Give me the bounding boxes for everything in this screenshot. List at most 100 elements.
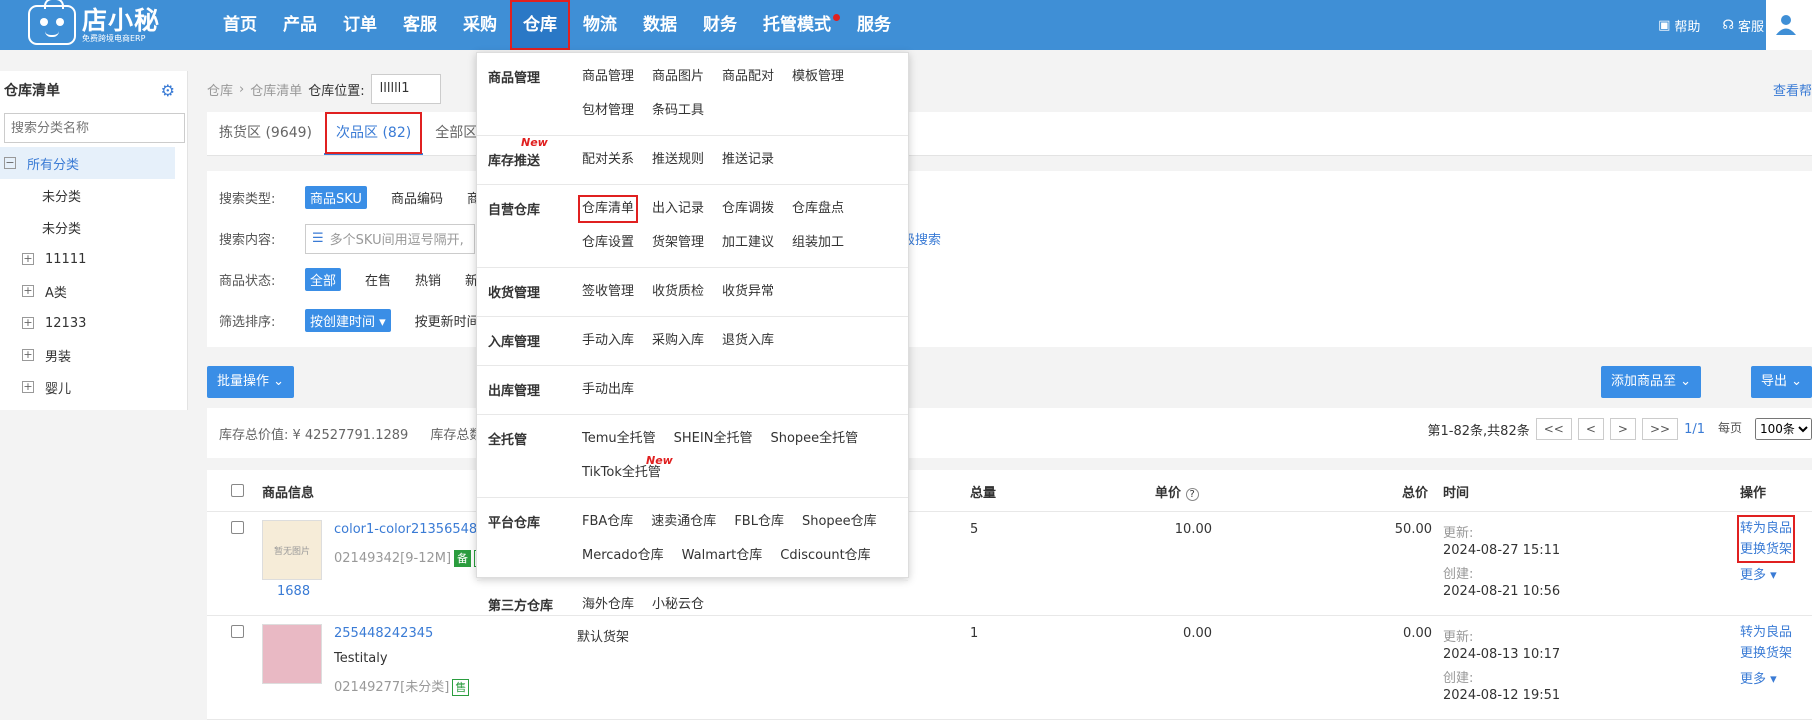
menu-item[interactable]: 手动入库 [582, 331, 634, 365]
menu-item[interactable]: 商品图片 [652, 67, 704, 101]
category-search-input[interactable] [11, 120, 181, 136]
breadcrumb-item[interactable]: 仓库 [207, 80, 233, 99]
more-link[interactable]: 更多 ▾ [1740, 668, 1777, 687]
sort-created-time[interactable]: 按创建时间 ▾ [305, 309, 391, 332]
status-all[interactable]: 全部 [305, 268, 342, 291]
expand-icon[interactable]: + [22, 253, 34, 265]
breadcrumb-item[interactable]: 仓库清单 [250, 80, 302, 99]
collapse-icon[interactable]: − [4, 157, 16, 169]
product-name-link[interactable]: color1-color21356548567 [334, 522, 484, 537]
tab-pick-zone[interactable]: 拣货区 (9649) [207, 111, 324, 155]
expand-icon[interactable]: + [22, 317, 34, 329]
menu-item[interactable]: 加工建议 [722, 233, 774, 267]
tree-item-uncategorized[interactable]: 未分类 [0, 179, 187, 211]
nav-item[interactable]: 数据 [630, 0, 690, 50]
first-page-button[interactable]: << [1535, 418, 1572, 440]
nav-item[interactable]: 订单 [330, 0, 390, 50]
menu-item[interactable]: 模板管理 [792, 67, 844, 101]
tree-item-uncategorized[interactable]: 未分类 [0, 211, 187, 243]
prev-page-button[interactable]: < [1577, 418, 1604, 440]
tree-item-group[interactable]: +12133 [0, 307, 187, 339]
product-name-link[interactable]: 255448242345 [334, 626, 433, 641]
change-shelf-link[interactable]: 更换货架 [1740, 539, 1792, 560]
menu-item[interactable]: 推送记录 [722, 150, 774, 184]
expand-icon[interactable]: + [22, 285, 34, 297]
change-shelf-link[interactable]: 更换货架 [1740, 643, 1792, 664]
menu-item[interactable]: 货架管理 [652, 233, 704, 267]
nav-item[interactable]: 财务 [690, 0, 750, 50]
last-page-button[interactable]: >> [1641, 418, 1679, 440]
nav-item[interactable]: 服务 [844, 0, 904, 50]
search-type-code[interactable]: 商品编码 [391, 188, 443, 207]
nav-item[interactable]: 产品 [270, 0, 330, 50]
nav-item[interactable]: 客服 [390, 0, 450, 50]
nav-item[interactable]: 仓库 [510, 0, 570, 50]
menu-item[interactable]: Shopee全托管 [770, 429, 858, 463]
service-link[interactable]: ☊ 客服 [1722, 16, 1764, 35]
menu-item[interactable]: 仓库调拨 [722, 199, 774, 233]
app-logo[interactable]: 店小秘 免费跨境电商ERP [28, 0, 160, 46]
convert-to-good-link[interactable]: 转为良品 [1740, 518, 1792, 539]
export-button[interactable]: 导出 ⌄ [1750, 366, 1812, 398]
menu-item[interactable]: 收货质检 [652, 282, 704, 316]
product-thumbnail[interactable]: 暂无图片 [262, 520, 322, 580]
nav-item[interactable]: 托管模式 [750, 0, 844, 50]
warehouse-select[interactable]: llllll1 [370, 74, 441, 104]
menu-item[interactable]: FBL仓库 [734, 512, 784, 546]
menu-item[interactable]: Temu全托管 [582, 429, 656, 463]
menu-item[interactable]: 商品管理 [582, 67, 634, 101]
menu-item[interactable]: 小秘云仓 [652, 595, 704, 629]
menu-item[interactable]: 退货入库 [722, 331, 774, 365]
user-menu[interactable] [1766, 0, 1812, 50]
row-checkbox[interactable] [231, 625, 244, 638]
search-content-input[interactable]: ☰ 多个SKU间用逗号隔开, [305, 223, 475, 254]
menu-item[interactable]: 包材管理 [582, 101, 634, 135]
tree-item-group[interactable]: + 男装 [0, 339, 187, 371]
menu-item[interactable]: 组装加工 [792, 233, 844, 267]
menu-item[interactable]: 签收管理 [582, 282, 634, 316]
status-hot[interactable]: 热销 [415, 270, 441, 289]
menu-item[interactable]: 速卖通仓库 [651, 512, 716, 546]
more-link[interactable]: 更多 ▾ [1740, 564, 1777, 583]
menu-item[interactable]: 仓库设置 [582, 233, 634, 267]
menu-item[interactable]: TikTok全托管 New [582, 454, 673, 497]
expand-icon[interactable]: + [22, 349, 34, 361]
menu-item[interactable]: 仓库清单 [577, 195, 639, 223]
menu-item[interactable]: 仓库盘点 [792, 199, 844, 233]
nav-item[interactable]: 首页 [210, 0, 270, 50]
gear-icon[interactable]: ⚙ [161, 81, 175, 100]
menu-item[interactable]: Cdiscount仓库 [780, 546, 870, 580]
status-on-sale[interactable]: 在售 [365, 270, 391, 289]
menu-item[interactable]: Shopee仓库 [802, 512, 877, 546]
menu-item[interactable]: 条码工具 [652, 101, 704, 135]
search-type-sku[interactable]: 商品SKU [305, 186, 367, 209]
view-help-link[interactable]: 查看帮 [1773, 80, 1812, 99]
per-page-select[interactable]: 100条 [1755, 418, 1812, 440]
batch-operations-button[interactable]: 批量操作 ⌄ [207, 366, 295, 398]
menu-item[interactable]: 海外仓库 [582, 595, 634, 629]
menu-item[interactable]: FBA仓库 [582, 512, 633, 546]
menu-item[interactable]: 手动出库 [582, 380, 634, 414]
menu-item[interactable]: Walmart仓库 [682, 546, 763, 580]
menu-item[interactable]: 商品配对 [722, 67, 774, 101]
expand-icon[interactable]: + [22, 381, 34, 393]
nav-item[interactable]: 采购 [450, 0, 510, 50]
menu-item[interactable]: 收货异常 [722, 282, 774, 316]
tree-item-all[interactable]: − 所有分类 [0, 147, 175, 179]
sort-updated-time[interactable]: 按更新时间 [415, 311, 480, 330]
add-product-to-button[interactable]: 添加商品至 ⌄ [1600, 366, 1701, 398]
row-checkbox[interactable] [231, 521, 244, 534]
select-all-checkbox[interactable] [231, 484, 244, 497]
tree-item-group[interactable]: +11111 [0, 243, 187, 275]
tree-item-group[interactable]: + A类 [0, 275, 187, 307]
menu-item[interactable]: 出入记录 [652, 199, 704, 233]
convert-to-good-link[interactable]: 转为良品 [1740, 622, 1792, 643]
question-icon[interactable]: ? [1185, 488, 1199, 501]
next-page-button[interactable]: > [1609, 418, 1636, 440]
source-link[interactable]: 1688 [277, 584, 310, 599]
menu-item[interactable]: SHEIN全托管 [674, 429, 753, 463]
tab-defect-zone[interactable]: 次品区 (82) [324, 111, 424, 155]
menu-item[interactable]: 配对关系 [582, 150, 634, 184]
help-link[interactable]: ▣ 帮助 [1658, 16, 1700, 35]
product-thumbnail[interactable] [262, 624, 322, 684]
